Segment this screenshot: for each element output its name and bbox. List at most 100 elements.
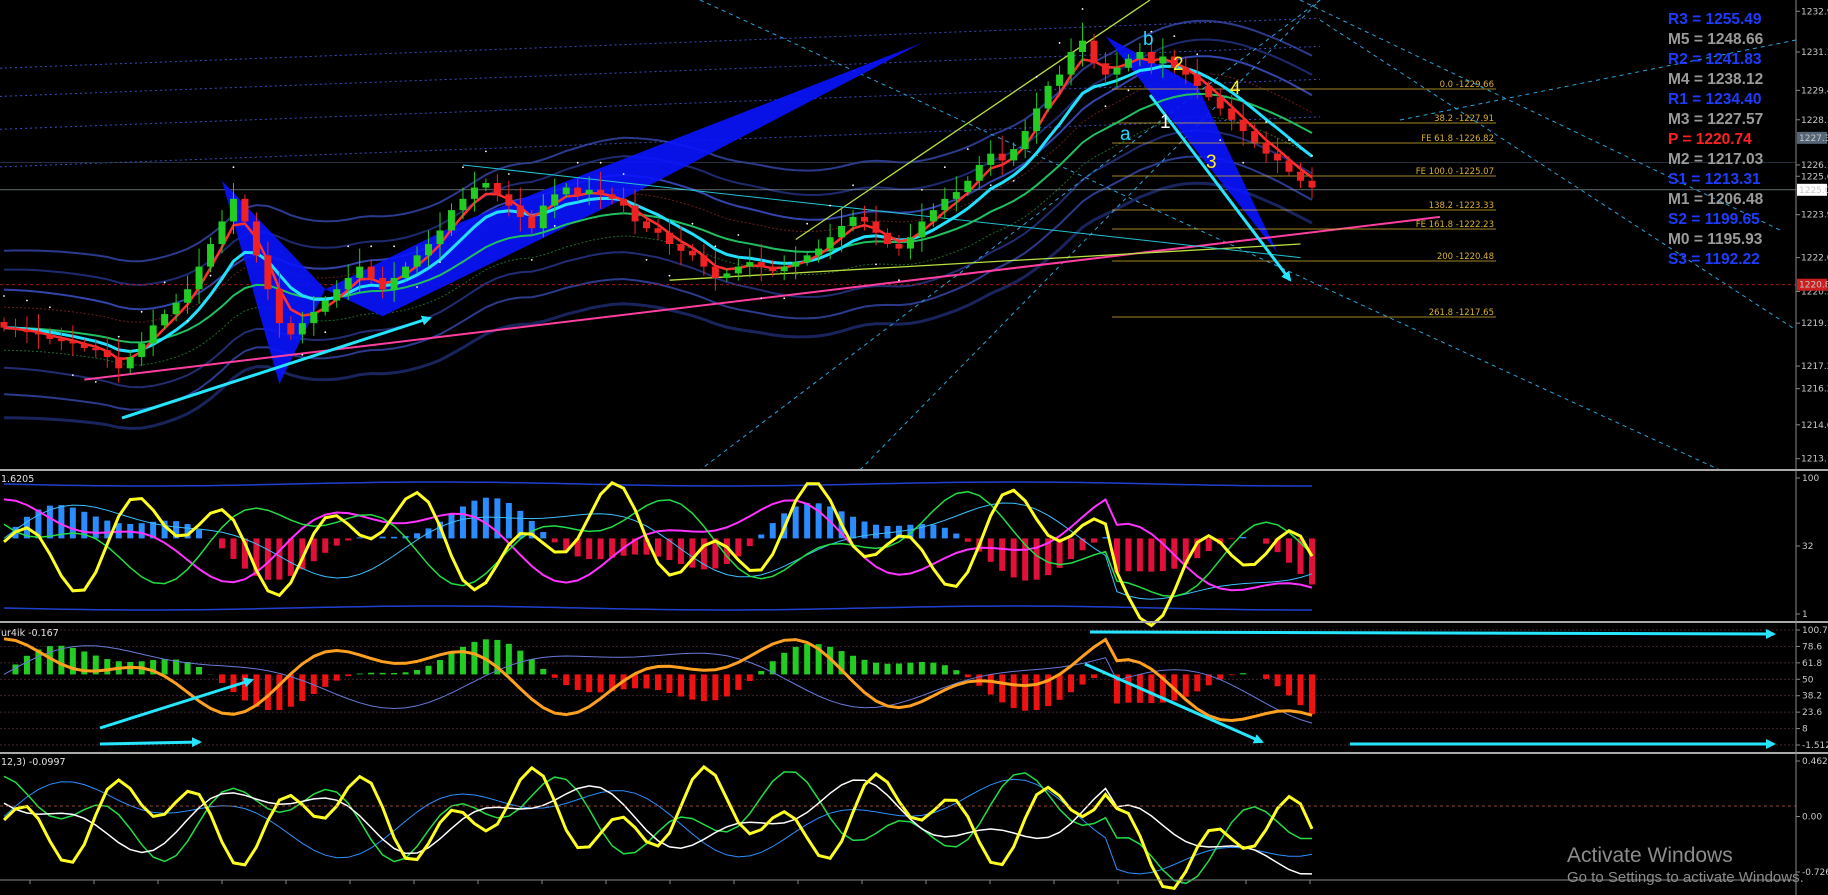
psar-dot [920,188,923,191]
psar-dot [163,281,166,284]
wave-label: b [1143,29,1154,50]
osc-histogram-bar [1033,674,1040,710]
price-tick-label: 1217.2 [1801,362,1828,372]
osc-histogram-bar [1079,674,1086,685]
osc-histogram-bar [1010,674,1017,709]
psar-dot [898,279,900,282]
osc-histogram-bar [425,528,432,539]
osc-histogram-bar [1068,674,1075,693]
psar-dot [1127,89,1130,92]
candle-body [643,221,651,229]
osc-histogram-bar [345,674,352,677]
osc-histogram-bar [1148,538,1155,572]
candle-body [815,248,823,256]
psar-dot [1081,8,1084,10]
osc-histogram-bar [873,524,879,539]
moving-averages [3,8,1313,383]
osc-histogram-bar [999,538,1006,571]
dashed-channel [859,0,1321,471]
candle-body [574,187,582,195]
fib-label: 200 -1220.48 [1437,252,1494,262]
osc-histogram-bar [391,536,398,539]
osc-histogram-bar [769,523,776,539]
osc-histogram-bar [850,655,857,675]
fib-label: 261.8 -1217.65 [1429,308,1494,318]
psar-dot [1104,105,1107,108]
envelope-lines [0,17,1796,431]
oscillator-panel-3[interactable]: 0.4625 0.00 -0.7261 [0,757,1828,891]
candle-body [184,289,192,303]
candle-body [505,194,513,206]
candle-body [677,244,685,251]
candle-body [723,273,731,278]
osc-histogram-bar [276,674,283,710]
osc-histogram-bar [1286,674,1293,696]
osc-histogram-bar [414,533,421,539]
osc-histogram-bar [666,674,673,694]
candle-body [138,343,146,358]
osc-histogram-bar [815,503,822,539]
osc2-header: ur4ik -0.167 [1,628,59,639]
psar-dot [760,297,763,300]
osc-histogram-bar [287,538,294,576]
candle-body [493,183,501,195]
osc-histogram-bar [586,674,593,693]
candle-body [1193,74,1201,86]
osc-histogram-bar [746,674,753,682]
oscillator-panel-2[interactable]: 100.72 78.6 61.8 50 38.2 23.6 8 -1.512 [0,626,1828,751]
price-panel[interactable]: 0.0 -1229.66 38.2 -1227.91 FE 61.8 -1226.8… [0,0,1797,471]
osc-lower-band [3,605,1312,611]
osc-histogram-bar [219,674,225,683]
osc-histogram-bar [1136,538,1143,572]
osc-tick-label: 1 [1802,610,1808,620]
osc-histogram-bar [322,674,329,687]
osc-histogram-bar [723,674,730,697]
candle-body [1124,58,1132,68]
candle-body [1205,85,1213,98]
price-tick-label: 1223.9 [1801,211,1828,221]
candle-body [1090,40,1098,64]
candle-body [987,153,995,165]
candle-body [92,347,100,351]
osc-histogram-bar [1309,674,1315,715]
osc-histogram-bar [425,665,432,675]
osc-tick-label: 78.6 [1802,642,1822,652]
osc-histogram-bar [1148,674,1155,704]
wave-label: 1 [1160,112,1171,133]
fib-label: FE 100.0 -1225.07 [1416,167,1494,177]
psar-dot [1219,139,1222,141]
osc-histogram-bar [884,663,891,675]
price-tick-label: 1231.1 [1801,48,1828,58]
psar-dot [1196,53,1199,56]
candle-body [872,221,880,233]
osc-histogram-bar [287,674,294,707]
osc3-yellow-line [2,764,1314,891]
oscillator-panel-1[interactable]: 100 32 1 [3,474,1819,628]
osc-histogram-bar [505,643,512,675]
osc-histogram-bar [356,673,363,675]
candle-body [1056,74,1064,86]
osc-histogram-bar [1309,538,1315,585]
candle-body [929,210,937,222]
osc-histogram-bar [104,659,111,675]
candle-body [344,277,352,290]
psar-dot [1058,42,1061,44]
candle-body [654,228,662,233]
osc-histogram-bar [322,538,329,553]
osc-histogram-bar [1240,536,1247,539]
candle-body [459,198,467,211]
candle-body [746,262,754,267]
wave-label: a [1120,124,1131,145]
price-tag-label: 1225.0 [1799,186,1828,196]
osc-histogram-bar [184,662,191,675]
osc-histogram-bar [528,659,535,675]
osc-histogram-bar [1240,673,1247,675]
osc-histogram-bar [735,674,742,690]
trading-chart[interactable]: 0.0 -1229.66 38.2 -1227.91 FE 61.8 -1226.8… [0,0,1828,895]
osc-histogram-bar [299,674,306,702]
candle-body [11,327,19,330]
osc-tick-label: -1.512 [1802,741,1828,751]
psar-dot [943,166,946,169]
pivot-level: R1 = 1234.40 [1668,91,1762,108]
psar-dot [852,184,854,187]
